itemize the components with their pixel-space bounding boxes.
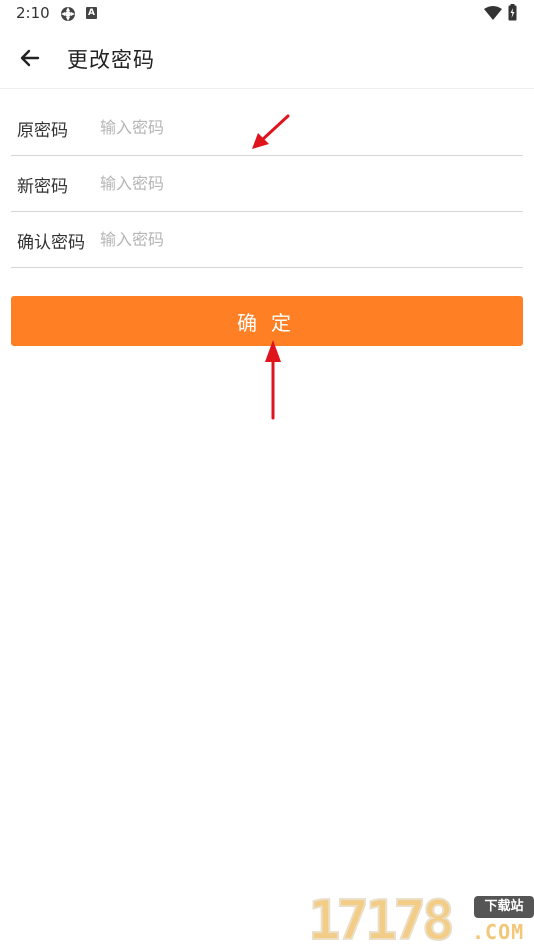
old-password-row: 原密码 bbox=[11, 100, 523, 156]
status-time: 2:10 bbox=[16, 4, 50, 22]
status-bar: 2:10 A bbox=[0, 0, 534, 28]
old-password-label: 原密码 bbox=[17, 121, 68, 141]
confirm-password-label: 确认密码 bbox=[17, 233, 85, 253]
new-password-row: 新密码 bbox=[11, 156, 523, 212]
app-header: 更改密码 bbox=[0, 28, 534, 89]
confirm-button[interactable]: 确定 bbox=[11, 296, 523, 346]
settings-icon bbox=[61, 7, 75, 21]
battery-charging-icon bbox=[508, 4, 517, 21]
watermark-logo: 17178 下载站 .COM bbox=[307, 888, 534, 952]
confirm-password-input[interactable] bbox=[100, 224, 500, 254]
password-form: 原密码 新密码 确认密码 bbox=[11, 100, 523, 268]
watermark-suffix: .COM bbox=[472, 920, 525, 944]
watermark-badge: 下载站 bbox=[474, 896, 534, 918]
watermark-digits: 17178 bbox=[307, 889, 456, 952]
a-notification-icon: A bbox=[86, 7, 97, 19]
new-password-input[interactable] bbox=[100, 168, 500, 198]
confirm-password-row: 确认密码 bbox=[11, 212, 523, 268]
new-password-label: 新密码 bbox=[17, 177, 68, 197]
page-title: 更改密码 bbox=[67, 48, 155, 72]
arrow-left-icon bbox=[20, 49, 40, 67]
annotation-arrow-bottom bbox=[265, 340, 281, 420]
back-button[interactable] bbox=[14, 42, 46, 74]
old-password-input[interactable] bbox=[100, 112, 500, 142]
wifi-icon bbox=[484, 6, 502, 20]
